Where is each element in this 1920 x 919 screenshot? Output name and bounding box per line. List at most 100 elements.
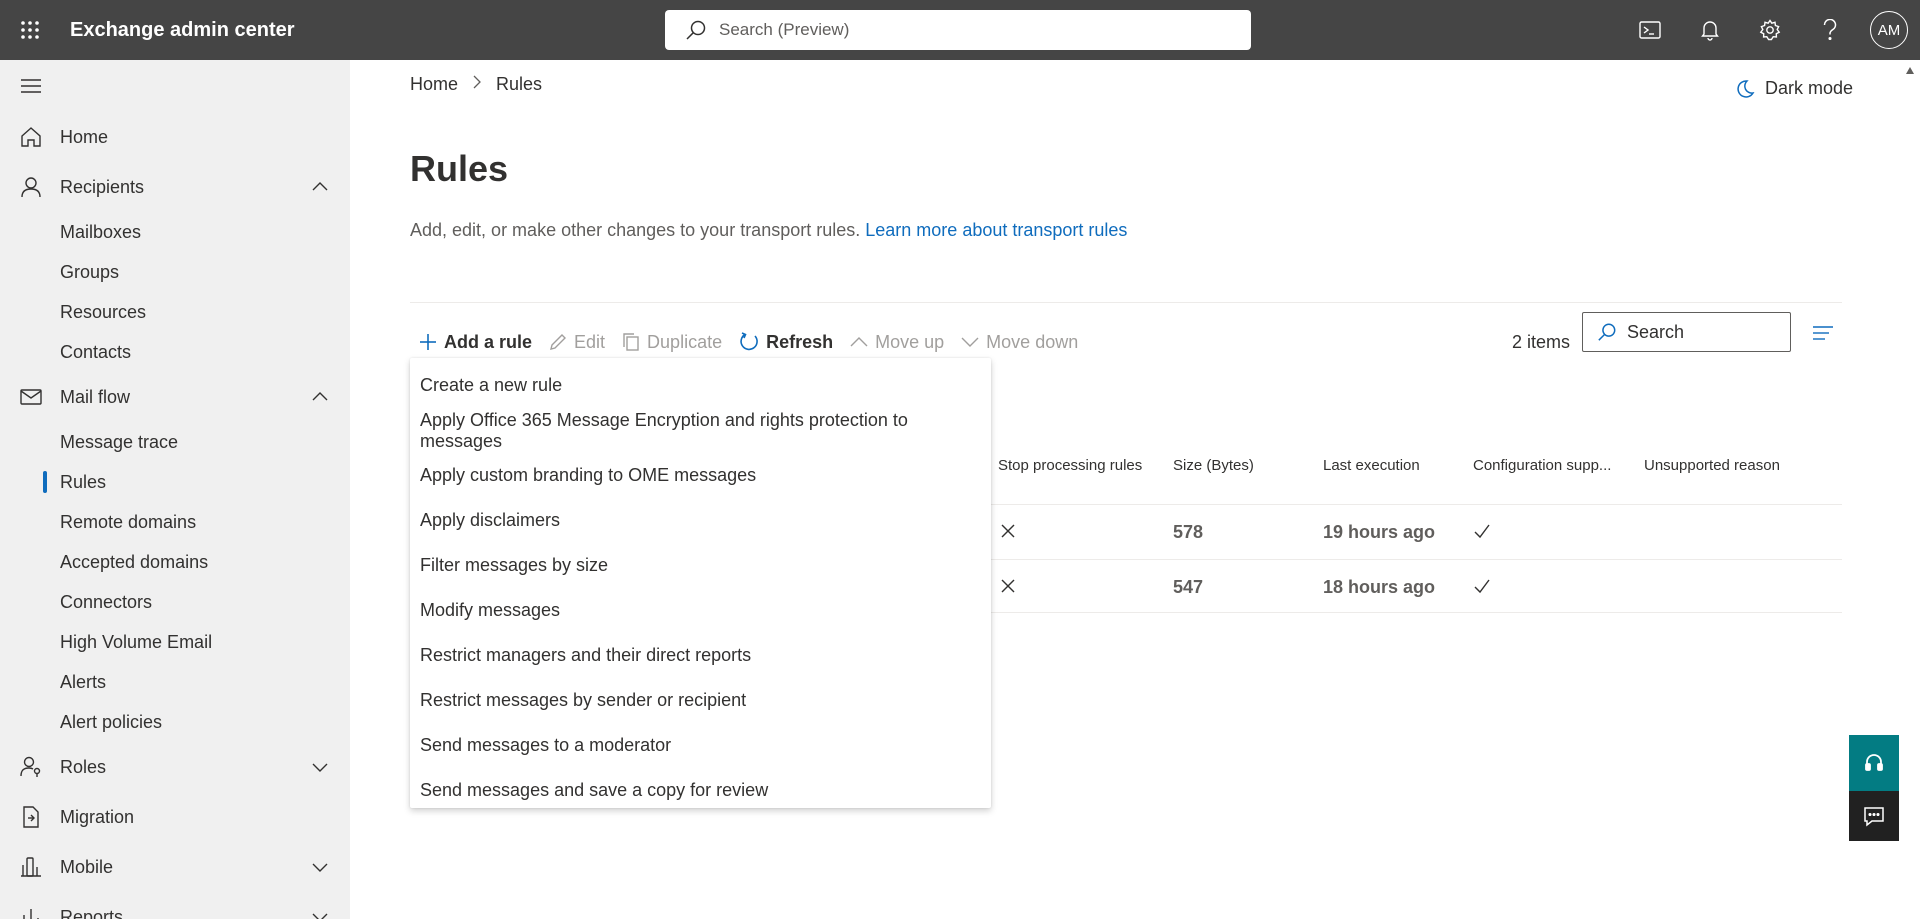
sidebar-item-label: Reports [60, 906, 124, 919]
sidebar-item-label: Accepted domains [60, 551, 209, 572]
refresh-label: Refresh [766, 331, 834, 352]
move-up-label: Move up [875, 331, 945, 352]
sidebar-item-contacts[interactable]: Contacts [0, 332, 350, 372]
filter-lines-icon [1813, 326, 1833, 340]
column-unsupported-reason[interactable]: Unsupported reason [1644, 444, 1780, 488]
column-configuration-support[interactable]: Configuration supp... [1473, 444, 1611, 488]
row-size: 547 [1173, 577, 1204, 597]
add-rule-menu: Create a new rule Apply Office 365 Messa… [410, 358, 991, 808]
sidebar-item-label: Contacts [60, 341, 132, 362]
sidebar-item-remote-domains[interactable]: Remote domains [0, 502, 350, 542]
feedback-button[interactable] [1849, 791, 1899, 841]
sidebar-item-label: Recipients [60, 176, 145, 197]
sidebar-item-high-volume-email[interactable]: High Volume Email [0, 622, 350, 662]
menu-item-restrict-sender-recipient[interactable]: Restrict messages by sender or recipient [410, 678, 991, 723]
close-icon [1001, 579, 1015, 593]
chevron-down-icon [961, 337, 979, 347]
top-bar: Exchange admin center Search (Preview) A… [0, 0, 1920, 60]
dark-mode-toggle[interactable]: Dark mode [1735, 78, 1853, 99]
chevron-up-icon [850, 337, 868, 347]
column-stop-processing[interactable]: Stop processing rules [998, 444, 1142, 488]
page-title: Rules [410, 148, 509, 189]
column-size[interactable]: Size (Bytes) [1173, 444, 1254, 488]
global-search-input[interactable] [719, 20, 1219, 40]
checkmark-icon [1474, 524, 1490, 539]
notifications-button[interactable] [1680, 0, 1740, 60]
sidebar-item-accepted-domains[interactable]: Accepted domains [0, 542, 350, 582]
sidebar-item-label: Message trace [60, 431, 179, 452]
plus-icon [420, 334, 436, 350]
sidebar-item-label: Alerts [60, 671, 107, 692]
chevron-down-icon[interactable] [310, 907, 330, 919]
menu-item-restrict-managers[interactable]: Restrict managers and their direct repor… [410, 633, 991, 678]
terminal-icon [1639, 21, 1661, 39]
checkmark-icon [1474, 579, 1490, 594]
breadcrumb: Home Rules [410, 74, 542, 95]
sidebar-item-mobile[interactable]: Mobile [0, 842, 350, 892]
sidebar-item-roles[interactable]: Roles [0, 742, 350, 792]
help-button[interactable] [1800, 0, 1860, 60]
column-last-execution[interactable]: Last execution [1323, 444, 1420, 488]
chevron-down-icon[interactable] [310, 857, 330, 877]
sidebar-item-migration[interactable]: Migration [0, 792, 350, 842]
page-description-text: Add, edit, or make other changes to your… [410, 220, 861, 240]
list-search-input[interactable] [1627, 321, 1787, 343]
avatar[interactable]: AM [1870, 11, 1908, 49]
sidebar-item-mailboxes[interactable]: Mailboxes [0, 212, 350, 252]
learn-more-link[interactable]: Learn more about transport rules [865, 220, 1127, 240]
chevron-right-icon [473, 75, 481, 89]
hamburger-menu-icon[interactable] [19, 74, 43, 98]
app-launcher-button[interactable] [0, 0, 60, 60]
sidebar: Home Recipients Mailboxes Groups Resourc… [0, 60, 350, 919]
sidebar-item-label: Rules [60, 471, 107, 492]
help-support-button[interactable] [1849, 735, 1899, 791]
settings-button[interactable] [1740, 0, 1800, 60]
chevron-up-icon[interactable] [310, 177, 330, 197]
chevron-up-icon[interactable] [310, 387, 330, 407]
menu-item-create-new-rule[interactable]: Create a new rule [410, 363, 991, 408]
gear-icon [1759, 19, 1781, 41]
menu-item-apply-ome[interactable]: Apply Office 365 Message Encryption and … [410, 408, 991, 453]
close-icon [1001, 524, 1015, 538]
menu-item-custom-branding[interactable]: Apply custom branding to OME messages [410, 453, 991, 498]
sidebar-item-reports[interactable]: Reports [0, 892, 350, 919]
sidebar-item-mail-flow[interactable]: Mail flow [0, 372, 350, 422]
sidebar-item-rules[interactable]: Rules [0, 462, 350, 502]
sidebar-item-label: Alert policies [60, 711, 163, 732]
sidebar-item-label: Roles [60, 756, 107, 777]
sidebar-item-recipients[interactable]: Recipients [0, 162, 350, 212]
menu-item-filter-by-size[interactable]: Filter messages by size [410, 543, 991, 588]
sidebar-item-resources[interactable]: Resources [0, 292, 350, 332]
row-last-execution: 19 hours ago [1323, 522, 1436, 542]
home-icon [21, 127, 41, 147]
sidebar-item-label: Home [60, 126, 109, 147]
sidebar-item-alerts[interactable]: Alerts [0, 662, 350, 702]
list-search-box[interactable] [1582, 312, 1791, 352]
sidebar-item-alert-policies[interactable]: Alert policies [0, 702, 350, 742]
sidebar-item-label: Migration [60, 806, 135, 827]
sidebar-item-connectors[interactable]: Connectors [0, 582, 350, 622]
menu-item-apply-disclaimers[interactable]: Apply disclaimers [410, 498, 991, 543]
copy-icon [623, 333, 639, 351]
scrollbar-up-arrow-icon[interactable] [1905, 66, 1915, 76]
mail-icon [20, 389, 42, 405]
document-arrow-icon [23, 806, 39, 828]
sidebar-item-home[interactable]: Home [0, 112, 350, 162]
global-search-box[interactable] [665, 10, 1251, 50]
add-rule-label: Add a rule [444, 331, 533, 352]
search-icon [686, 20, 706, 40]
cloud-shell-button[interactable] [1620, 0, 1680, 60]
chevron-down-icon[interactable] [310, 757, 330, 777]
menu-item-send-and-save-copy[interactable]: Send messages and save a copy for review [410, 768, 991, 813]
top-bar-actions: AM [1620, 0, 1920, 60]
filter-button[interactable] [1808, 318, 1838, 348]
sidebar-item-label: Mail flow [60, 386, 131, 407]
row-size: 578 [1173, 522, 1204, 542]
sidebar-item-message-trace[interactable]: Message trace [0, 422, 350, 462]
sidebar-item-groups[interactable]: Groups [0, 252, 350, 292]
breadcrumb-home-link[interactable]: Home [410, 74, 458, 95]
app-title[interactable]: Exchange admin center [70, 19, 295, 42]
menu-item-send-to-moderator[interactable]: Send messages to a moderator [410, 723, 991, 768]
menu-item-modify-messages[interactable]: Modify messages [410, 588, 991, 633]
duplicate-label: Duplicate [647, 331, 723, 352]
